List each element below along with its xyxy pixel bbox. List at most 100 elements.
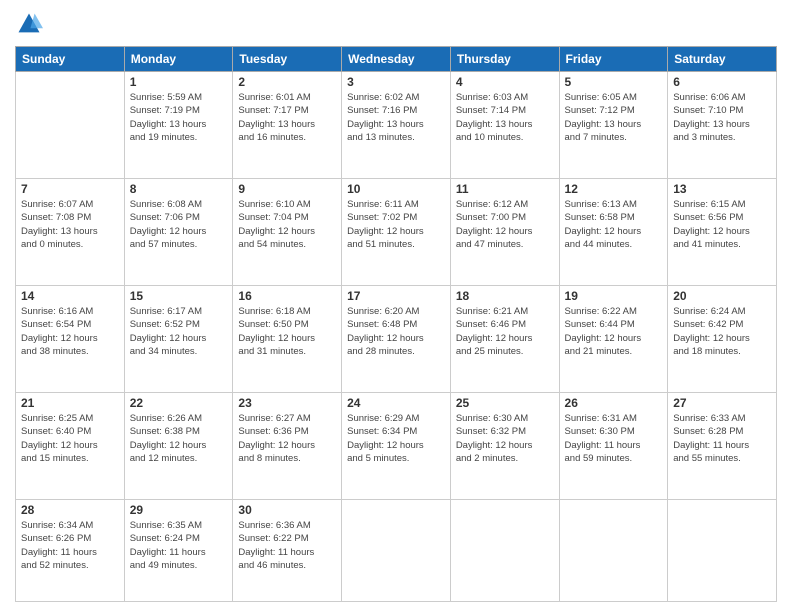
calendar-cell: 15 Sunrise: 6:17 AM Sunset: 6:52 PM Dayli… [124, 286, 233, 393]
calendar-cell: 9 Sunrise: 6:10 AM Sunset: 7:04 PM Daylig… [233, 179, 342, 286]
day-number: 13 [673, 182, 771, 196]
day-number: 10 [347, 182, 445, 196]
day-number: 15 [130, 289, 228, 303]
day-info: Sunrise: 6:08 AM Sunset: 7:06 PM Dayligh… [130, 198, 228, 251]
day-number: 25 [456, 396, 554, 410]
day-info: Sunrise: 6:26 AM Sunset: 6:38 PM Dayligh… [130, 412, 228, 465]
calendar-cell [668, 500, 777, 602]
weekday-header-row: SundayMondayTuesdayWednesdayThursdayFrid… [16, 47, 777, 72]
calendar-cell: 16 Sunrise: 6:18 AM Sunset: 6:50 PM Dayli… [233, 286, 342, 393]
day-number: 17 [347, 289, 445, 303]
calendar-cell: 28Sunrise: 6:34 AM Sunset: 6:26 PM Dayli… [16, 500, 125, 602]
calendar-cell: 13 Sunrise: 6:15 AM Sunset: 6:56 PM Dayli… [668, 179, 777, 286]
header [15, 10, 777, 38]
day-number: 16 [238, 289, 336, 303]
calendar-cell: 17 Sunrise: 6:20 AM Sunset: 6:48 PM Dayli… [342, 286, 451, 393]
day-number: 1 [130, 75, 228, 89]
day-number: 8 [130, 182, 228, 196]
day-number: 12 [565, 182, 663, 196]
calendar-cell: 12 Sunrise: 6:13 AM Sunset: 6:58 PM Dayli… [559, 179, 668, 286]
day-info: Sunrise: 6:30 AM Sunset: 6:32 PM Dayligh… [456, 412, 554, 465]
week-row-3: 14 Sunrise: 6:16 AM Sunset: 6:54 PM Dayli… [16, 286, 777, 393]
weekday-header-friday: Friday [559, 47, 668, 72]
day-number: 20 [673, 289, 771, 303]
day-info: Sunrise: 6:33 AM Sunset: 6:28 PM Dayligh… [673, 412, 771, 465]
day-info: Sunrise: 6:31 AM Sunset: 6:30 PM Dayligh… [565, 412, 663, 465]
day-info: Sunrise: 6:05 AM Sunset: 7:12 PM Dayligh… [565, 91, 663, 144]
day-number: 23 [238, 396, 336, 410]
day-info: Sunrise: 6:13 AM Sunset: 6:58 PM Dayligh… [565, 198, 663, 251]
calendar-cell: 7 Sunrise: 6:07 AM Sunset: 7:08 PM Daylig… [16, 179, 125, 286]
day-info: Sunrise: 6:12 AM Sunset: 7:00 PM Dayligh… [456, 198, 554, 251]
calendar-cell: 21 Sunrise: 6:25 AM Sunset: 6:40 PM Dayli… [16, 393, 125, 500]
calendar-cell: 14 Sunrise: 6:16 AM Sunset: 6:54 PM Dayli… [16, 286, 125, 393]
day-number: 14 [21, 289, 119, 303]
day-number: 21 [21, 396, 119, 410]
calendar-cell: 20 Sunrise: 6:24 AM Sunset: 6:42 PM Dayli… [668, 286, 777, 393]
calendar-cell: 26 Sunrise: 6:31 AM Sunset: 6:30 PM Dayli… [559, 393, 668, 500]
calendar-cell: 19 Sunrise: 6:22 AM Sunset: 6:44 PM Dayli… [559, 286, 668, 393]
day-number: 9 [238, 182, 336, 196]
calendar-cell: 1 Sunrise: 5:59 AM Sunset: 7:19 PM Daylig… [124, 72, 233, 179]
calendar-cell: 24 Sunrise: 6:29 AM Sunset: 6:34 PM Dayli… [342, 393, 451, 500]
day-info: Sunrise: 6:24 AM Sunset: 6:42 PM Dayligh… [673, 305, 771, 358]
day-info: Sunrise: 6:06 AM Sunset: 7:10 PM Dayligh… [673, 91, 771, 144]
calendar-table: SundayMondayTuesdayWednesdayThursdayFrid… [15, 46, 777, 602]
weekday-header-tuesday: Tuesday [233, 47, 342, 72]
day-number: 11 [456, 182, 554, 196]
calendar-cell: 5 Sunrise: 6:05 AM Sunset: 7:12 PM Daylig… [559, 72, 668, 179]
day-number: 19 [565, 289, 663, 303]
day-info: Sunrise: 6:27 AM Sunset: 6:36 PM Dayligh… [238, 412, 336, 465]
calendar-cell: 23 Sunrise: 6:27 AM Sunset: 6:36 PM Dayli… [233, 393, 342, 500]
day-info: Sunrise: 6:10 AM Sunset: 7:04 PM Dayligh… [238, 198, 336, 251]
day-number: 18 [456, 289, 554, 303]
day-info: Sunrise: 6:21 AM Sunset: 6:46 PM Dayligh… [456, 305, 554, 358]
calendar-cell: 8 Sunrise: 6:08 AM Sunset: 7:06 PM Daylig… [124, 179, 233, 286]
day-info: Sunrise: 6:15 AM Sunset: 6:56 PM Dayligh… [673, 198, 771, 251]
calendar-cell: 10 Sunrise: 6:11 AM Sunset: 7:02 PM Dayli… [342, 179, 451, 286]
week-row-1: 1 Sunrise: 5:59 AM Sunset: 7:19 PM Daylig… [16, 72, 777, 179]
day-number: 7 [21, 182, 119, 196]
logo-icon [15, 10, 43, 38]
day-number: 6 [673, 75, 771, 89]
day-number: 22 [130, 396, 228, 410]
calendar-cell [342, 500, 451, 602]
day-info: Sunrise: 6:34 AM Sunset: 6:26 PM Dayligh… [21, 519, 119, 572]
day-info: Sunrise: 6:35 AM Sunset: 6:24 PM Dayligh… [130, 519, 228, 572]
day-info: Sunrise: 5:59 AM Sunset: 7:19 PM Dayligh… [130, 91, 228, 144]
calendar-cell: 6 Sunrise: 6:06 AM Sunset: 7:10 PM Daylig… [668, 72, 777, 179]
calendar-cell: 27 Sunrise: 6:33 AM Sunset: 6:28 PM Dayli… [668, 393, 777, 500]
day-info: Sunrise: 6:02 AM Sunset: 7:16 PM Dayligh… [347, 91, 445, 144]
calendar-cell: 2 Sunrise: 6:01 AM Sunset: 7:17 PM Daylig… [233, 72, 342, 179]
day-number: 26 [565, 396, 663, 410]
day-info: Sunrise: 6:29 AM Sunset: 6:34 PM Dayligh… [347, 412, 445, 465]
calendar-cell: 18 Sunrise: 6:21 AM Sunset: 6:46 PM Dayli… [450, 286, 559, 393]
calendar-cell: 25 Sunrise: 6:30 AM Sunset: 6:32 PM Dayli… [450, 393, 559, 500]
page: SundayMondayTuesdayWednesdayThursdayFrid… [0, 0, 792, 612]
day-info: Sunrise: 6:16 AM Sunset: 6:54 PM Dayligh… [21, 305, 119, 358]
calendar-cell: 4Sunrise: 6:03 AM Sunset: 7:14 PM Daylig… [450, 72, 559, 179]
weekday-header-saturday: Saturday [668, 47, 777, 72]
day-info: Sunrise: 6:17 AM Sunset: 6:52 PM Dayligh… [130, 305, 228, 358]
day-info: Sunrise: 6:01 AM Sunset: 7:17 PM Dayligh… [238, 91, 336, 144]
day-info: Sunrise: 6:20 AM Sunset: 6:48 PM Dayligh… [347, 305, 445, 358]
day-number: 4 [456, 75, 554, 89]
day-number: 5 [565, 75, 663, 89]
day-info: Sunrise: 6:07 AM Sunset: 7:08 PM Dayligh… [21, 198, 119, 251]
day-info: Sunrise: 6:22 AM Sunset: 6:44 PM Dayligh… [565, 305, 663, 358]
calendar-cell: 11 Sunrise: 6:12 AM Sunset: 7:00 PM Dayli… [450, 179, 559, 286]
calendar-cell [559, 500, 668, 602]
week-row-5: 28Sunrise: 6:34 AM Sunset: 6:26 PM Dayli… [16, 500, 777, 602]
weekday-header-monday: Monday [124, 47, 233, 72]
weekday-header-wednesday: Wednesday [342, 47, 451, 72]
day-info: Sunrise: 6:25 AM Sunset: 6:40 PM Dayligh… [21, 412, 119, 465]
day-number: 30 [238, 503, 336, 517]
day-info: Sunrise: 6:18 AM Sunset: 6:50 PM Dayligh… [238, 305, 336, 358]
calendar-cell: 22 Sunrise: 6:26 AM Sunset: 6:38 PM Dayli… [124, 393, 233, 500]
calendar-cell [16, 72, 125, 179]
day-info: Sunrise: 6:11 AM Sunset: 7:02 PM Dayligh… [347, 198, 445, 251]
day-number: 24 [347, 396, 445, 410]
day-info: Sunrise: 6:36 AM Sunset: 6:22 PM Dayligh… [238, 519, 336, 572]
day-number: 2 [238, 75, 336, 89]
day-number: 27 [673, 396, 771, 410]
